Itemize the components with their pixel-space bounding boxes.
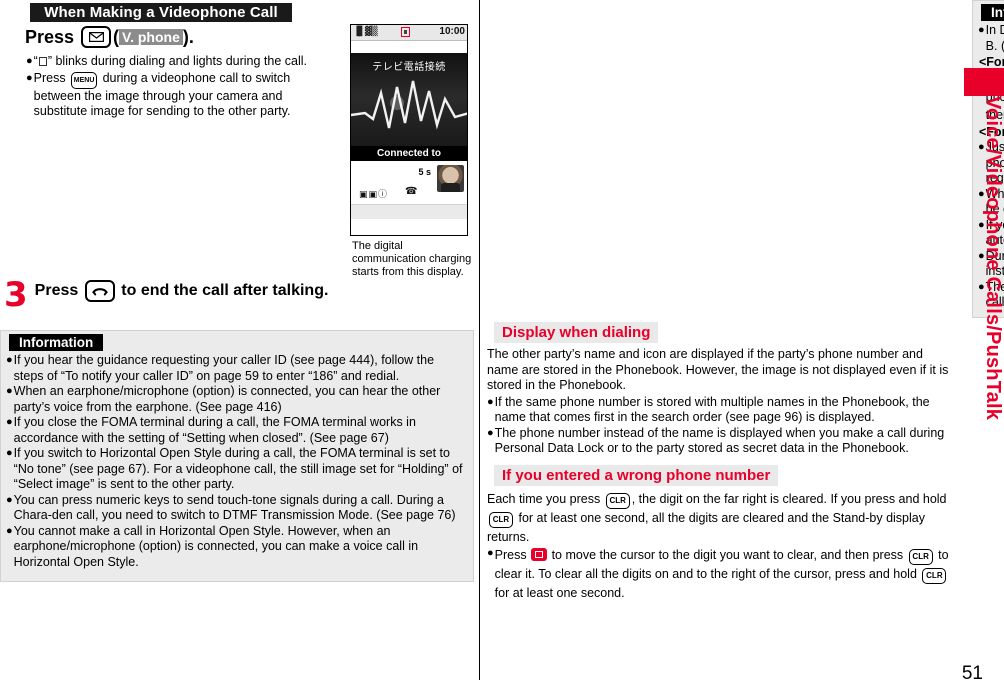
clock-label: 10:00 [439,26,465,37]
right-column: Information ● In Dual Mode of 2in1, you … [486,0,1004,697]
chapter-tab-block [964,68,1004,96]
column-divider [479,0,480,680]
menu-key-icon: MENU [71,71,98,89]
info-item-text: The phone number instead of the name is … [494,425,945,456]
list-item: ● “ ” blinks during dialing and lights du… [26,54,336,70]
videophone-indicator-icon [38,57,47,66]
bullet-part2: to move the cursor to the digit you want… [551,548,904,562]
step-3: 3 Press to end the call after talking. [4,275,329,315]
info-item-text: In Dual Mode of 2in1, you can make a cal… [985,23,1004,53]
signal-strength-icon: ▐▌▓▒ [353,27,378,37]
information-heading: Information [9,334,104,351]
clr-key-icon: CLR [922,568,947,584]
bullet-dot-icon: ● [978,24,985,36]
press-instruction: Press ( V. phone ). [25,26,194,48]
phone-screen-mockup: ▐▌▓▒ 10:00 テレビ電話接続 Connected to videopho… [350,24,468,236]
press-label: Press [25,26,75,47]
list-item: ● In Dual Mode of 2in1, you can make a c… [978,23,1004,54]
information-box-left: Information ● If you hear the guidance re… [0,330,474,582]
step-text-after: to end the call after talking. [121,282,329,299]
connected-caption: Connected to videophone [351,146,467,161]
phone-video-area: テレビ電話接続 Connected to videophone [351,53,467,161]
list-item: ● When an earphone/microphone (option) is… [6,384,466,415]
bullet-dot-icon: ● [6,385,13,397]
list-item: ● If the same phone number is stored with… [487,395,956,426]
caller-avatar [437,165,464,192]
list-item: ● If you close the FOMA terminal during a… [6,415,466,446]
clr-key-icon: CLR [489,512,513,528]
step-text: Press to end the call after talking. [34,280,329,302]
bullet-dot-icon: ● [6,447,13,459]
bullet-dot-icon: ● [6,493,13,506]
display-when-dialing-heading: Display when dialing [494,322,659,343]
info-item-text: If the same phone number is stored with … [494,394,930,425]
info-item-text: If you close the FOMA terminal during a … [13,415,416,445]
paragraph: The other party’s name and icon are disp… [487,347,949,392]
phone-info-area: 5 s ▣▣ⓘ ☎ [351,161,467,219]
info-item-text: You can press numeric keys to send touch… [13,492,456,523]
softkey-label: V. phone [119,29,183,45]
phone-blank-row [351,41,467,53]
list-item: ● If you switch to Horizontal Open Style … [6,446,466,493]
info-item-text: If you switch to Horizontal Open Style d… [13,446,463,491]
bullet-1-post: ” blinks during dialing and lights durin… [47,54,308,68]
bullet-dot-icon: ● [26,55,33,67]
bullet-2-pre: Press [33,70,66,85]
list-item: ● You cannot make a call in Horizontal Op… [6,524,466,571]
info-item-text: If you hear the guidance requesting your… [13,353,435,383]
end-call-key-icon [85,280,116,302]
info-item-text: When an earphone/microphone (option) is … [13,384,441,414]
list-item: ● The phone number instead of the name is… [487,426,956,457]
bullet-part1: Press [494,548,527,562]
bullet-1-pre: “ [33,54,38,68]
para-part2: , the digit on the far right is cleared.… [631,492,947,506]
phone-softkey-bar [351,204,467,219]
clr-key-icon: CLR [605,493,630,509]
status-icons: ▣▣ⓘ [359,190,389,200]
handset-icon: ☎ [405,186,418,197]
japanese-connect-label: テレビ電話接続 [372,62,446,73]
call-timer-label: 5 s [418,167,431,177]
information-items: ● If you hear the guidance requesting you… [1,353,473,576]
videophone-icon [401,27,410,37]
information-heading: Information [981,4,1004,21]
display-when-dialing-section: Display when dialing The other party’s n… [486,322,956,457]
bullet-dot-icon: ● [487,547,494,559]
wrong-number-section: If you entered a wrong phone number Each… [486,465,956,602]
step-text-before: Press [34,282,79,299]
waveform-graphic [351,80,467,130]
page-number: 51 [961,663,983,684]
left-bullet-list: ● “ ” blinks during dialing and lights du… [26,54,336,120]
wrong-number-body: Each time you press CLR, the digit on th… [486,490,956,602]
envelope-key-icon [81,26,112,48]
bullet-dot-icon: ● [487,426,494,439]
info-item-text: You cannot make a call in Horizontal Ope… [13,523,419,569]
manual-page: When Making a Videophone Call Press ( V.… [0,0,1004,697]
para-part1: Each time you press [487,492,601,506]
section-title-bar: When Making a Videophone Call [30,3,292,22]
list-item: ● Press to move the cursor to the digit … [487,546,956,602]
bullet-dot-icon: ● [26,71,33,84]
left-column: When Making a Videophone Call Press ( V.… [0,0,474,697]
phone-caption-text: The digital communication charging start… [352,240,472,278]
bullet-dot-icon: ● [6,524,13,537]
bullet-dot-icon: ● [487,395,494,408]
list-item: ● You can press numeric keys to send touc… [6,493,466,524]
bullet-dot-icon: ● [6,354,13,366]
clr-key-icon: CLR [908,549,933,565]
chapter-tab-label: Voice/Videophone Calls/PushTalk [982,96,1004,421]
step-number: 3 [4,275,28,315]
bullet-dot-icon: ● [6,416,13,428]
paren-close: ). [182,26,194,47]
paragraph: Each time you press CLR, the digit on th… [487,490,956,546]
list-item: ● Press MENU during a videophone call to… [26,71,336,120]
bullet-part4: for at least one second. [494,586,625,600]
display-when-dialing-body: The other party’s name and icon are disp… [486,347,956,457]
wrong-number-heading: If you entered a wrong phone number [494,465,779,486]
list-item: ● If you hear the guidance requesting you… [6,353,466,384]
phone-status-bar: ▐▌▓▒ 10:00 [351,25,467,41]
nav-key-icon [531,548,548,561]
para-part3: for at least one second, all the digits … [487,511,925,544]
